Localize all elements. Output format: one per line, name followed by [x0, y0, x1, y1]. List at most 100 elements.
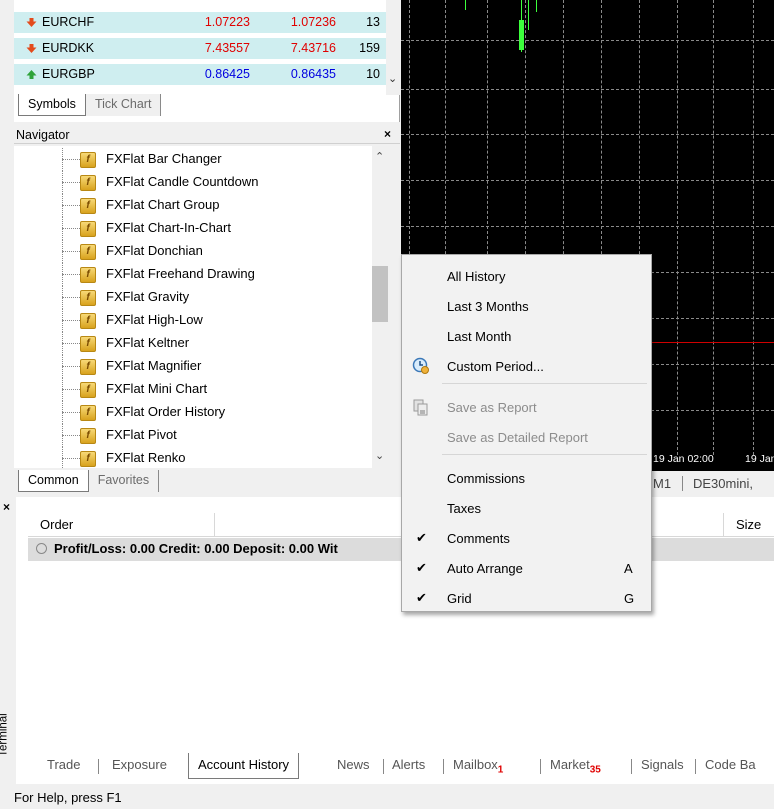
navigator-item[interactable]: f FXFlat Mini Chart [14, 378, 374, 401]
navigator-item-label: FXFlat Gravity [106, 289, 190, 304]
terminal-sidebar: × Terminal [0, 497, 16, 784]
tab-symbols[interactable]: Symbols [18, 94, 86, 116]
navigator-item-label: FXFlat High-Low [106, 312, 203, 327]
menu-item-label: Grid [447, 591, 472, 606]
spread-value: 159 [359, 41, 380, 55]
tree-line [62, 458, 80, 459]
candle-wick [528, 0, 529, 30]
chart-tab-de30mini[interactable]: DE30mini, [693, 476, 753, 491]
navigator-item[interactable]: f FXFlat Freehand Drawing [14, 263, 374, 286]
tree-line [62, 366, 80, 367]
tab-trade[interactable]: Trade [47, 757, 80, 772]
spread-value: 13 [366, 15, 380, 29]
symbol-name: EURGBP [42, 67, 95, 81]
market-watch-row-eurgbp[interactable]: EURGBP 0.86425 0.86435 10 [14, 64, 386, 85]
spread-value: 10 [366, 67, 380, 81]
indicator-icon: f [80, 359, 96, 375]
candle-wick [465, 0, 466, 10]
navigator-item[interactable]: f FXFlat Gravity [14, 286, 374, 309]
menu-item-label: Save as Detailed Report [447, 430, 588, 445]
tab-account-history[interactable]: Account History [188, 753, 300, 779]
chevron-down-icon[interactable]: ⌄ [388, 72, 397, 85]
menu-item-label: Commissions [447, 471, 526, 486]
tab-market[interactable]: Market35 [550, 757, 601, 776]
arrow-up-icon [26, 70, 37, 79]
chevron-up-icon[interactable]: ⌃ [375, 150, 384, 163]
indicator-icon: f [80, 244, 96, 260]
menu-item-grid[interactable]: ✔ Grid G [402, 583, 651, 613]
chart-tab-m1[interactable]: M1 [653, 476, 671, 491]
ask-price: 0.86435 [290, 67, 336, 81]
navigator-tree: f FXFlat Bar Changer f FXFlat Candle Countd… [14, 146, 386, 468]
market-watch-panel: EURCHF 1.07223 1.07236 13 EURDKK 7.43557… [14, 0, 400, 122]
tab-favorites[interactable]: Favorites [88, 470, 160, 492]
menu-item-custom-period[interactable]: Custom Period... [402, 351, 651, 381]
tab-alerts[interactable]: Alerts [392, 757, 425, 772]
indicator-icon: f [80, 221, 96, 237]
close-icon[interactable]: × [384, 127, 391, 141]
symbol-name: EURDKK [42, 41, 95, 55]
menu-item-label: Comments [447, 531, 510, 546]
menu-item-comments[interactable]: ✔ Comments [402, 523, 651, 553]
terminal-label: Terminal [0, 713, 10, 757]
scrollbar-thumb[interactable] [372, 266, 388, 322]
menu-item-taxes[interactable]: Taxes [402, 493, 651, 523]
tab-news[interactable]: News [337, 757, 370, 772]
navigator-item[interactable]: f FXFlat High-Low [14, 309, 374, 332]
indicator-icon: f [80, 267, 96, 283]
indicator-icon: f [80, 382, 96, 398]
menu-item-last-3-months[interactable]: Last 3 Months [402, 291, 651, 321]
menu-item-save-as-detailed-report: Save as Detailed Report [402, 422, 651, 452]
tree-line [62, 297, 80, 298]
candle-wick [536, 0, 537, 12]
menu-item-label: Auto Arrange [447, 561, 523, 576]
save-report-icon [413, 399, 428, 416]
indicator-icon: f [80, 175, 96, 191]
menu-separator [442, 454, 647, 455]
tab-tick-chart[interactable]: Tick Chart [85, 94, 162, 116]
market-watch-row-eurdkk[interactable]: EURDKK 7.43557 7.43716 159 [14, 38, 386, 59]
tab-exposure[interactable]: Exposure [112, 757, 167, 772]
ask-price: 1.07236 [290, 15, 336, 29]
grid-line [677, 0, 678, 455]
tree-line [62, 274, 80, 275]
grid-line [753, 0, 754, 455]
indicator-icon: f [80, 405, 96, 421]
navigator-item[interactable]: f FXFlat Pivot [14, 424, 374, 447]
navigator-item[interactable]: f FXFlat Chart-In-Chart [14, 217, 374, 240]
navigator-scrollbar[interactable]: ⌃ ⌄ [372, 146, 388, 468]
close-icon[interactable]: × [3, 500, 10, 514]
menu-item-all-history[interactable]: All History [402, 261, 651, 291]
navigator-item[interactable]: f FXFlat Order History [14, 401, 374, 424]
column-order[interactable]: Order [40, 517, 73, 532]
navigator-item[interactable]: f FXFlat Donchian [14, 240, 374, 263]
tree-line [62, 389, 80, 390]
tab-separator [682, 476, 683, 491]
tab-mailbox[interactable]: Mailbox1 [453, 757, 503, 776]
market-watch-row-eurchf[interactable]: EURCHF 1.07223 1.07236 13 [14, 12, 386, 33]
tree-line [62, 412, 80, 413]
grid-line [401, 180, 774, 181]
tree-line [62, 343, 80, 344]
menu-item-commissions[interactable]: Commissions [402, 463, 651, 493]
market-watch-scrollbar[interactable]: ⌄ [386, 0, 400, 95]
tree-line [62, 228, 80, 229]
menu-item-auto-arrange[interactable]: ✔ Auto Arrange A [402, 553, 651, 583]
tab-signals[interactable]: Signals [641, 757, 684, 772]
tab-common[interactable]: Common [18, 470, 89, 492]
navigator-item[interactable]: f FXFlat Candle Countdown [14, 171, 374, 194]
navigator-item[interactable]: f FXFlat Keltner [14, 332, 374, 355]
column-size[interactable]: Size [736, 517, 761, 532]
menu-item-last-month[interactable]: Last Month [402, 321, 651, 351]
navigator-item[interactable]: f FXFlat Renko [14, 447, 374, 468]
column-separator [214, 513, 215, 537]
navigator-item[interactable]: f FXFlat Bar Changer [14, 148, 374, 171]
menu-shortcut: A [624, 561, 633, 576]
tab-code-base[interactable]: Code Ba [705, 757, 756, 772]
grid-line [401, 40, 774, 41]
navigator-item[interactable]: f FXFlat Chart Group [14, 194, 374, 217]
navigator-header: Navigator × [14, 127, 400, 144]
navigator-item[interactable]: f FXFlat Magnifier [14, 355, 374, 378]
chevron-down-icon[interactable]: ⌄ [375, 449, 384, 462]
terminal-panel: × Terminal Order Size Profit/Loss: 0.00 … [0, 497, 774, 784]
